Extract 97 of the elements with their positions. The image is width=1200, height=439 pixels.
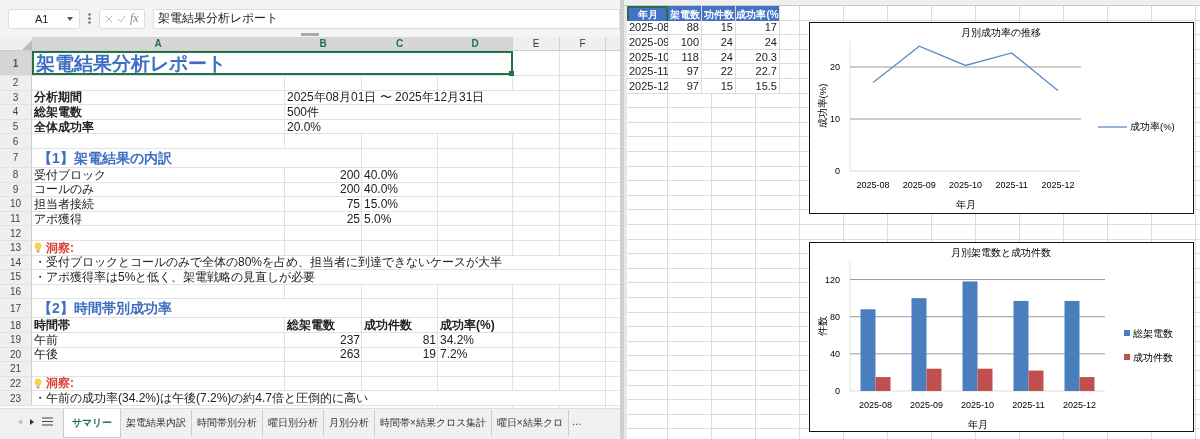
column-heading: 時間帯 xyxy=(33,318,71,332)
sheet-tab[interactable]: 時間帯×結果クロス集計 xyxy=(375,410,492,436)
column-header[interactable]: A xyxy=(32,37,285,50)
column-header[interactable]: F xyxy=(560,37,606,50)
sheet-tab[interactable]: 架電結果内訳 xyxy=(121,410,192,436)
table-value: 97 xyxy=(668,64,702,79)
x-tick-label: 2025-12 xyxy=(1063,400,1096,410)
x-axis-label: 年月 xyxy=(955,199,976,210)
cell-reference-field[interactable]: A1 xyxy=(8,8,80,29)
data-value: 237 xyxy=(338,332,361,347)
field-label: 総架電数 xyxy=(33,105,83,119)
row-number[interactable]: 6 xyxy=(0,134,32,148)
data-value: 34.2% xyxy=(439,332,476,347)
sheet-tab[interactable]: 曜日×結果クロ xyxy=(491,410,569,436)
check-icon[interactable] xyxy=(117,14,126,23)
y-tick-label: 10 xyxy=(830,114,840,124)
sheet-tab[interactable]: サマリー xyxy=(63,409,121,438)
resize-grip-icon[interactable] xyxy=(301,33,319,36)
caret-icon[interactable] xyxy=(67,16,73,21)
y-tick-label: 0 xyxy=(835,166,840,176)
row-number[interactable]: 10 xyxy=(0,197,32,211)
field-label: 全体成功率 xyxy=(33,119,95,134)
chart-title: 月別架電数と成功件数 xyxy=(951,247,1051,258)
count-value: 200 xyxy=(338,182,361,197)
y-axis-label: 成功率(%) xyxy=(817,83,828,129)
row-number[interactable]: 1 xyxy=(0,51,32,75)
category-label: アポ獲得 xyxy=(33,211,83,226)
next-sheet-icon[interactable] xyxy=(30,418,34,425)
lightbulb-icon xyxy=(34,378,42,389)
column-heading: 総架電数 xyxy=(286,318,336,332)
x-tick-label: 2025-11 xyxy=(1012,400,1045,410)
sheet-tab[interactable]: 時間帯別分析 xyxy=(192,410,263,436)
count-value: 75 xyxy=(345,197,361,211)
table-value: 100 xyxy=(668,35,702,50)
row-number[interactable]: 2 xyxy=(0,76,32,90)
x-tick-label: 2025-11 xyxy=(995,180,1028,190)
more-icon[interactable] xyxy=(88,13,91,24)
column-header[interactable]: E xyxy=(513,37,560,50)
more-sheets-button[interactable]: … xyxy=(568,409,585,434)
previous-sheet-icon[interactable] xyxy=(18,418,22,425)
percent-value: 40.0% xyxy=(363,182,400,197)
column-header[interactable]: C xyxy=(362,37,438,50)
data-value: 263 xyxy=(338,347,361,362)
column-header[interactable]: D xyxy=(438,37,513,50)
field-value: 500件 xyxy=(285,105,513,119)
legend-label: 成功件数 xyxy=(1133,351,1173,363)
column-header[interactable]: B xyxy=(285,37,362,50)
percent-value: 40.0% xyxy=(363,167,400,182)
time-slot-label: 午前 xyxy=(33,332,59,347)
y-tick-label: 40 xyxy=(830,348,840,359)
sheet-tab[interactable]: 月別分析 xyxy=(324,410,375,436)
y-tick-label: 20 xyxy=(830,62,840,72)
lightbulb-icon xyxy=(34,242,42,254)
legend-label: 総架電数 xyxy=(1133,327,1173,339)
x-axis-label: 年月 xyxy=(967,419,988,430)
row-number[interactable]: 15 xyxy=(0,270,32,284)
column-heading: 成功率(%) xyxy=(439,318,496,332)
y-tick-label: 0 xyxy=(835,386,840,396)
row-number[interactable]: 17 xyxy=(0,299,32,318)
sheet-tab[interactable]: 曜日別分析 xyxy=(263,410,324,436)
x-tick-label: 2025-09 xyxy=(902,180,936,190)
x-tick-label: 2025-08 xyxy=(856,180,890,190)
count-value: 200 xyxy=(338,167,361,182)
x-tick-label: 2025-10 xyxy=(961,400,994,410)
legend-label: 成功率(%) xyxy=(1130,121,1175,132)
insight-label: 洞察: xyxy=(46,241,74,254)
count-value: 25 xyxy=(345,211,361,226)
percent-value: 15.0% xyxy=(363,197,400,211)
row-number[interactable]: 18 xyxy=(0,318,32,332)
percent-value: 5.0% xyxy=(363,211,393,226)
column-heading: 成功件数 xyxy=(363,318,413,332)
row-number[interactable]: 23 xyxy=(0,391,32,405)
data-value: 19 xyxy=(421,347,437,362)
insight-label: 洞察: xyxy=(46,377,74,390)
close-icon[interactable] xyxy=(105,14,113,23)
y-tick-label: 120 xyxy=(824,274,840,285)
row-number[interactable]: 4 xyxy=(0,105,32,119)
y-axis-label: 件数 xyxy=(817,316,828,336)
category-label: コールのみ xyxy=(33,182,95,197)
row-number[interactable]: 12 xyxy=(0,226,32,240)
chart-title: 月別成功率の推移 xyxy=(961,27,1041,38)
data-value: 81 xyxy=(421,332,437,347)
category-label: 担当者接続 xyxy=(33,197,95,211)
time-slot-label: 午後 xyxy=(33,347,59,362)
x-tick-label: 2025-10 xyxy=(949,180,982,190)
row-number[interactable]: 21 xyxy=(0,362,32,376)
field-label: 分析期間 xyxy=(33,90,83,105)
data-value: 7.2% xyxy=(439,347,469,362)
x-tick-label: 2025-08 xyxy=(859,400,892,410)
insert-function-button[interactable]: fx xyxy=(130,11,139,26)
formula-field[interactable]: 架電結果分析レポート xyxy=(152,8,620,29)
y-tick-label: 80 xyxy=(830,311,840,322)
report-title: 架電結果分析レポート xyxy=(32,51,513,75)
x-tick-label: 2025-12 xyxy=(1041,180,1075,190)
menu-icon[interactable] xyxy=(42,417,53,426)
category-label: 受付ブロック xyxy=(33,167,107,182)
x-tick-label: 2025-09 xyxy=(910,400,943,410)
